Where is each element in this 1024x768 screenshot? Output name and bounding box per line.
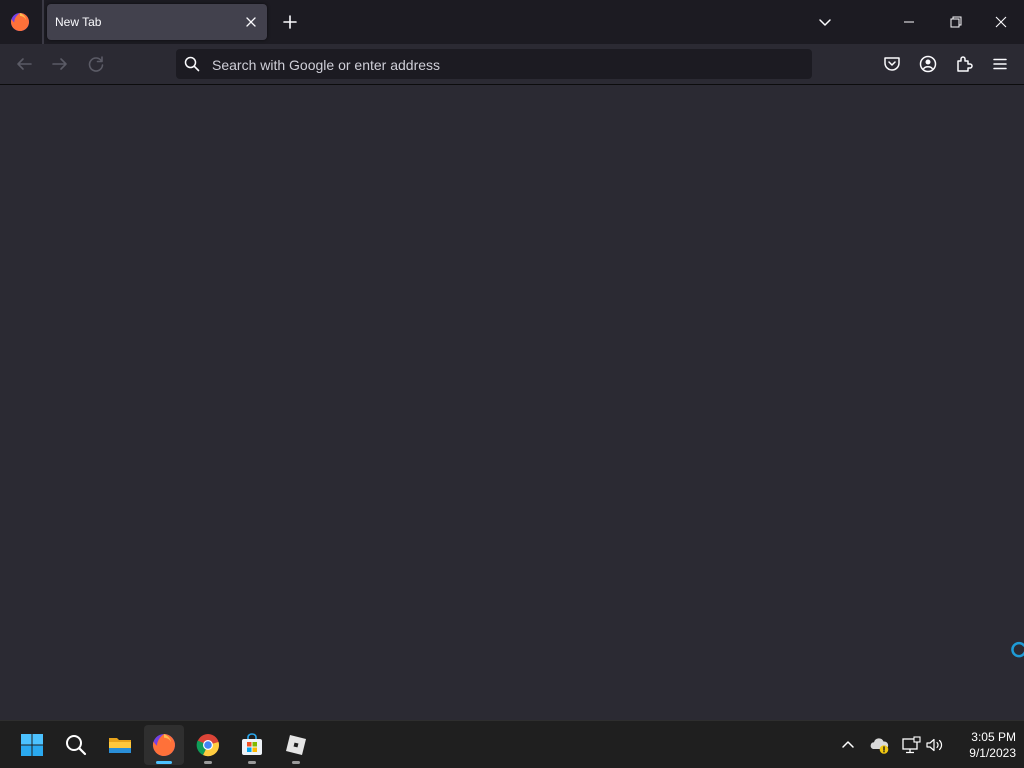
loading-spinner-icon [1010, 641, 1024, 659]
clock-time: 3:05 PM [971, 730, 1016, 744]
list-all-tabs-chevron-icon[interactable] [813, 10, 837, 34]
system-clock[interactable]: 3:05 PM 9/1/2023 [952, 729, 1016, 761]
windows-taskbar: 3:05 PM 9/1/2023 [0, 720, 1024, 768]
firefox-menu-icon[interactable] [10, 12, 30, 32]
network-icon[interactable] [900, 734, 922, 756]
close-tab-icon[interactable] [241, 12, 261, 32]
address-input[interactable] [210, 49, 794, 81]
folder-icon [109, 738, 131, 753]
active-app-indicator [156, 761, 172, 764]
pocket-icon[interactable] [880, 52, 904, 76]
running-app-indicator [292, 761, 300, 764]
screen: New Tab Search with Google or enter addr… [0, 0, 1024, 768]
tab-separator [42, 0, 44, 44]
running-app-indicator [248, 761, 256, 764]
new-tab-icon[interactable] [278, 10, 302, 34]
forward-arrow-icon[interactable] [48, 52, 72, 76]
roblox-icon [286, 735, 306, 755]
start-button[interactable] [12, 725, 52, 765]
windows-logo-icon [21, 734, 43, 756]
account-icon[interactable] [916, 52, 940, 76]
taskbar-firefox[interactable] [144, 725, 184, 765]
hamburger-menu-icon[interactable] [988, 52, 1012, 76]
taskbar-search-button[interactable] [56, 725, 96, 765]
restore-icon[interactable] [937, 6, 973, 38]
page-content [0, 85, 1024, 720]
browser-navbar [0, 44, 1024, 85]
tab-new-tab[interactable]: New Tab [47, 4, 267, 40]
chrome-icon [196, 734, 219, 757]
search-icon [66, 735, 87, 756]
search-icon [184, 56, 200, 72]
clock-date: 9/1/2023 [969, 746, 1016, 760]
url-bar[interactable] [176, 49, 812, 81]
show-hidden-icons-chevron-icon[interactable] [837, 734, 859, 756]
extensions-icon[interactable] [952, 52, 976, 76]
back-arrow-icon[interactable] [12, 52, 36, 76]
close-window-icon[interactable] [983, 6, 1019, 38]
store-bag-icon [242, 733, 262, 755]
taskbar-roblox[interactable] [276, 725, 316, 765]
onedrive-warning-icon[interactable] [869, 734, 891, 756]
taskbar-microsoft-store[interactable] [232, 725, 272, 765]
volume-icon[interactable] [924, 734, 946, 756]
browser-tabbar: New Tab [0, 0, 1024, 44]
tab-title: New Tab [55, 15, 102, 29]
running-app-indicator [204, 761, 212, 764]
minimize-icon[interactable] [890, 6, 926, 38]
reload-icon[interactable] [84, 52, 108, 76]
firefox-icon [152, 734, 175, 756]
taskbar-chrome[interactable] [188, 725, 228, 765]
taskbar-file-explorer[interactable] [100, 725, 140, 765]
